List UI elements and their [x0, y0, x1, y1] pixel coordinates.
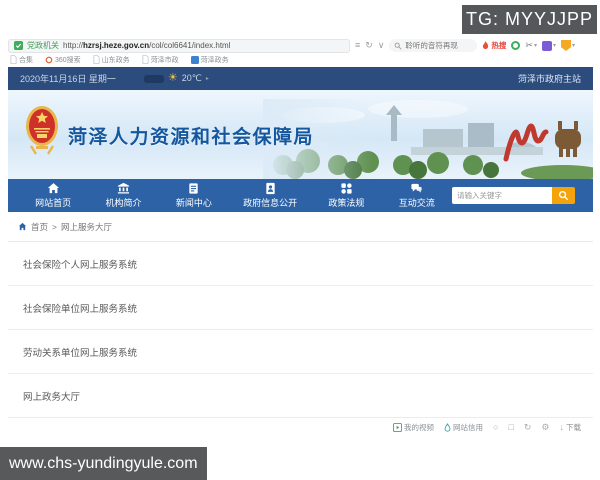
- browser-statusbar: 我的视频 网站信用 ○ □ ↻ ⚙ ↓ 下载: [8, 418, 593, 436]
- wuhen-mode-icon[interactable]: [511, 41, 521, 50]
- bookmark-item[interactable]: 菏泽市政: [142, 55, 179, 65]
- site-search-button[interactable]: [552, 187, 575, 204]
- bookmark-item[interactable]: 菏泽政务: [190, 55, 229, 65]
- video-play-icon: [393, 422, 402, 432]
- page-icon: [10, 55, 17, 64]
- breadcrumb-current: 网上服务大厅: [60, 221, 112, 232]
- four-squares-icon: [341, 183, 352, 194]
- site-credit-button[interactable]: 网站信用: [444, 422, 483, 433]
- extension-icon[interactable]: ▾: [541, 40, 556, 51]
- bookmarks-bar: 合集 360搜索 山东政务 菏泽市政 菏泽政务: [8, 53, 593, 66]
- browser-search-box[interactable]: 聆听的音符再现: [389, 39, 478, 52]
- sun-icon: ☀: [167, 72, 178, 84]
- browser-window: 党政机关 http://hzrsj.heze.gov.cn/col/col664…: [8, 38, 593, 436]
- bookmark-item[interactable]: 合集: [10, 55, 33, 65]
- home-icon: [47, 183, 59, 194]
- refresh-icon[interactable]: ↻: [365, 41, 373, 50]
- settings-icon[interactable]: ⚙: [541, 422, 549, 432]
- page-icon: [142, 55, 149, 64]
- bank-icon: [117, 182, 130, 194]
- nav-item-news[interactable]: 新闻中心: [159, 182, 229, 209]
- gov-portal-link[interactable]: 菏泽市政府主站: [518, 72, 581, 85]
- site-title: 菏泽人力资源和社会保障局: [68, 127, 315, 148]
- site-banner: 菏泽人力资源和社会保障局: [8, 90, 593, 179]
- site-url-watermark: www.chs-yundingyule.com: [0, 447, 207, 480]
- address-bar[interactable]: 党政机关 http://hzrsj.heze.gov.cn/col/col664…: [8, 38, 350, 53]
- my-video-button[interactable]: 我的视频: [393, 422, 434, 433]
- site-topbar: 2020年11月16日 星期一 ☀ 20℃ ▸ 菏泽市政府主站: [8, 67, 593, 90]
- hot-search-button[interactable]: 热搜: [482, 40, 506, 51]
- temperature-text: 20℃: [181, 73, 202, 83]
- browser-address-row: 党政机关 http://hzrsj.heze.gov.cn/col/col664…: [8, 38, 593, 53]
- gov-verified-label: 党政机关: [27, 41, 59, 50]
- 360-search-icon: [45, 56, 53, 63]
- blue-site-icon: [190, 55, 199, 64]
- hot-search-keyword: 聆听的音符再现: [405, 41, 458, 50]
- nav-item-about[interactable]: 机构简介: [88, 182, 158, 209]
- service-list: 社会保险个人网上服务系统 社会保险单位网上服务系统 劳动关系单位网上服务系统 网…: [8, 242, 593, 418]
- breadcrumb: 首页 > 网上服务大厅: [8, 212, 593, 242]
- shield-status-icon[interactable]: ○: [493, 422, 498, 432]
- nav-item-info-disclosure[interactable]: 政府信息公开: [229, 182, 311, 209]
- service-link-online-hall[interactable]: 网上政务大厅: [8, 374, 593, 418]
- dropdown-chevron-icon[interactable]: ∨: [378, 41, 385, 50]
- national-emblem: [26, 106, 58, 155]
- weather-city-tag: [143, 74, 164, 83]
- gov-verified-icon: [14, 41, 23, 50]
- history-icon[interactable]: ↻: [524, 422, 532, 432]
- service-link-personal-insurance[interactable]: 社会保险个人网上服务系统: [8, 242, 593, 286]
- nav-item-interaction[interactable]: 互动交流: [382, 182, 452, 209]
- document-person-icon: [265, 182, 275, 195]
- security-shield-icon[interactable]: ▾: [560, 40, 575, 51]
- feedback-icon[interactable]: □: [508, 422, 513, 432]
- nav-item-home[interactable]: 网站首页: [18, 182, 88, 209]
- date-text: 2020年11月16日 星期一: [20, 74, 116, 84]
- weather-widget: ☀ 20℃ ▸: [143, 72, 209, 84]
- search-icon: [558, 190, 569, 201]
- download-button[interactable]: ↓ 下载: [560, 422, 582, 433]
- site-search: [452, 187, 575, 204]
- screenshot-tool-icon[interactable]: ✂ ▾: [525, 40, 537, 51]
- search-icon: [395, 42, 402, 50]
- site-search-input[interactable]: [452, 187, 552, 204]
- bookmark-item[interactable]: 山东政务: [93, 55, 130, 65]
- breadcrumb-home[interactable]: 首页: [31, 221, 48, 233]
- news-icon: [189, 183, 199, 194]
- reading-mode-icon[interactable]: ≡: [355, 41, 360, 50]
- page-icon: [93, 55, 100, 64]
- service-link-labor-relations[interactable]: 劳动关系单位网上服务系统: [8, 330, 593, 374]
- breadcrumb-separator: >: [52, 221, 57, 232]
- water-drop-icon: [444, 422, 451, 432]
- service-link-employer-insurance[interactable]: 社会保险单位网上服务系统: [8, 286, 593, 330]
- chat-bubbles-icon: [411, 183, 422, 193]
- home-icon: [18, 222, 27, 231]
- weather-more-icon[interactable]: ▸: [206, 75, 209, 82]
- tg-watermark: TG: MYYJJPP: [462, 5, 597, 34]
- flame-icon: [483, 41, 489, 49]
- main-nav: 网站首页 机构简介 新闻中心 政府信息公开 政策法规 互动交流 请输入关键字: [8, 179, 593, 212]
- screenshot-root: TG: MYYJJPP 党政机关 http://hzrsj.heze.gov.c…: [0, 0, 600, 480]
- page-url: http://hzrsj.heze.gov.cn/col/col6641/ind…: [63, 41, 231, 50]
- bookmark-item[interactable]: 360搜索: [45, 55, 81, 65]
- nav-item-policies[interactable]: 政策法规: [311, 182, 381, 209]
- download-arrow-icon: ↓: [559, 421, 565, 432]
